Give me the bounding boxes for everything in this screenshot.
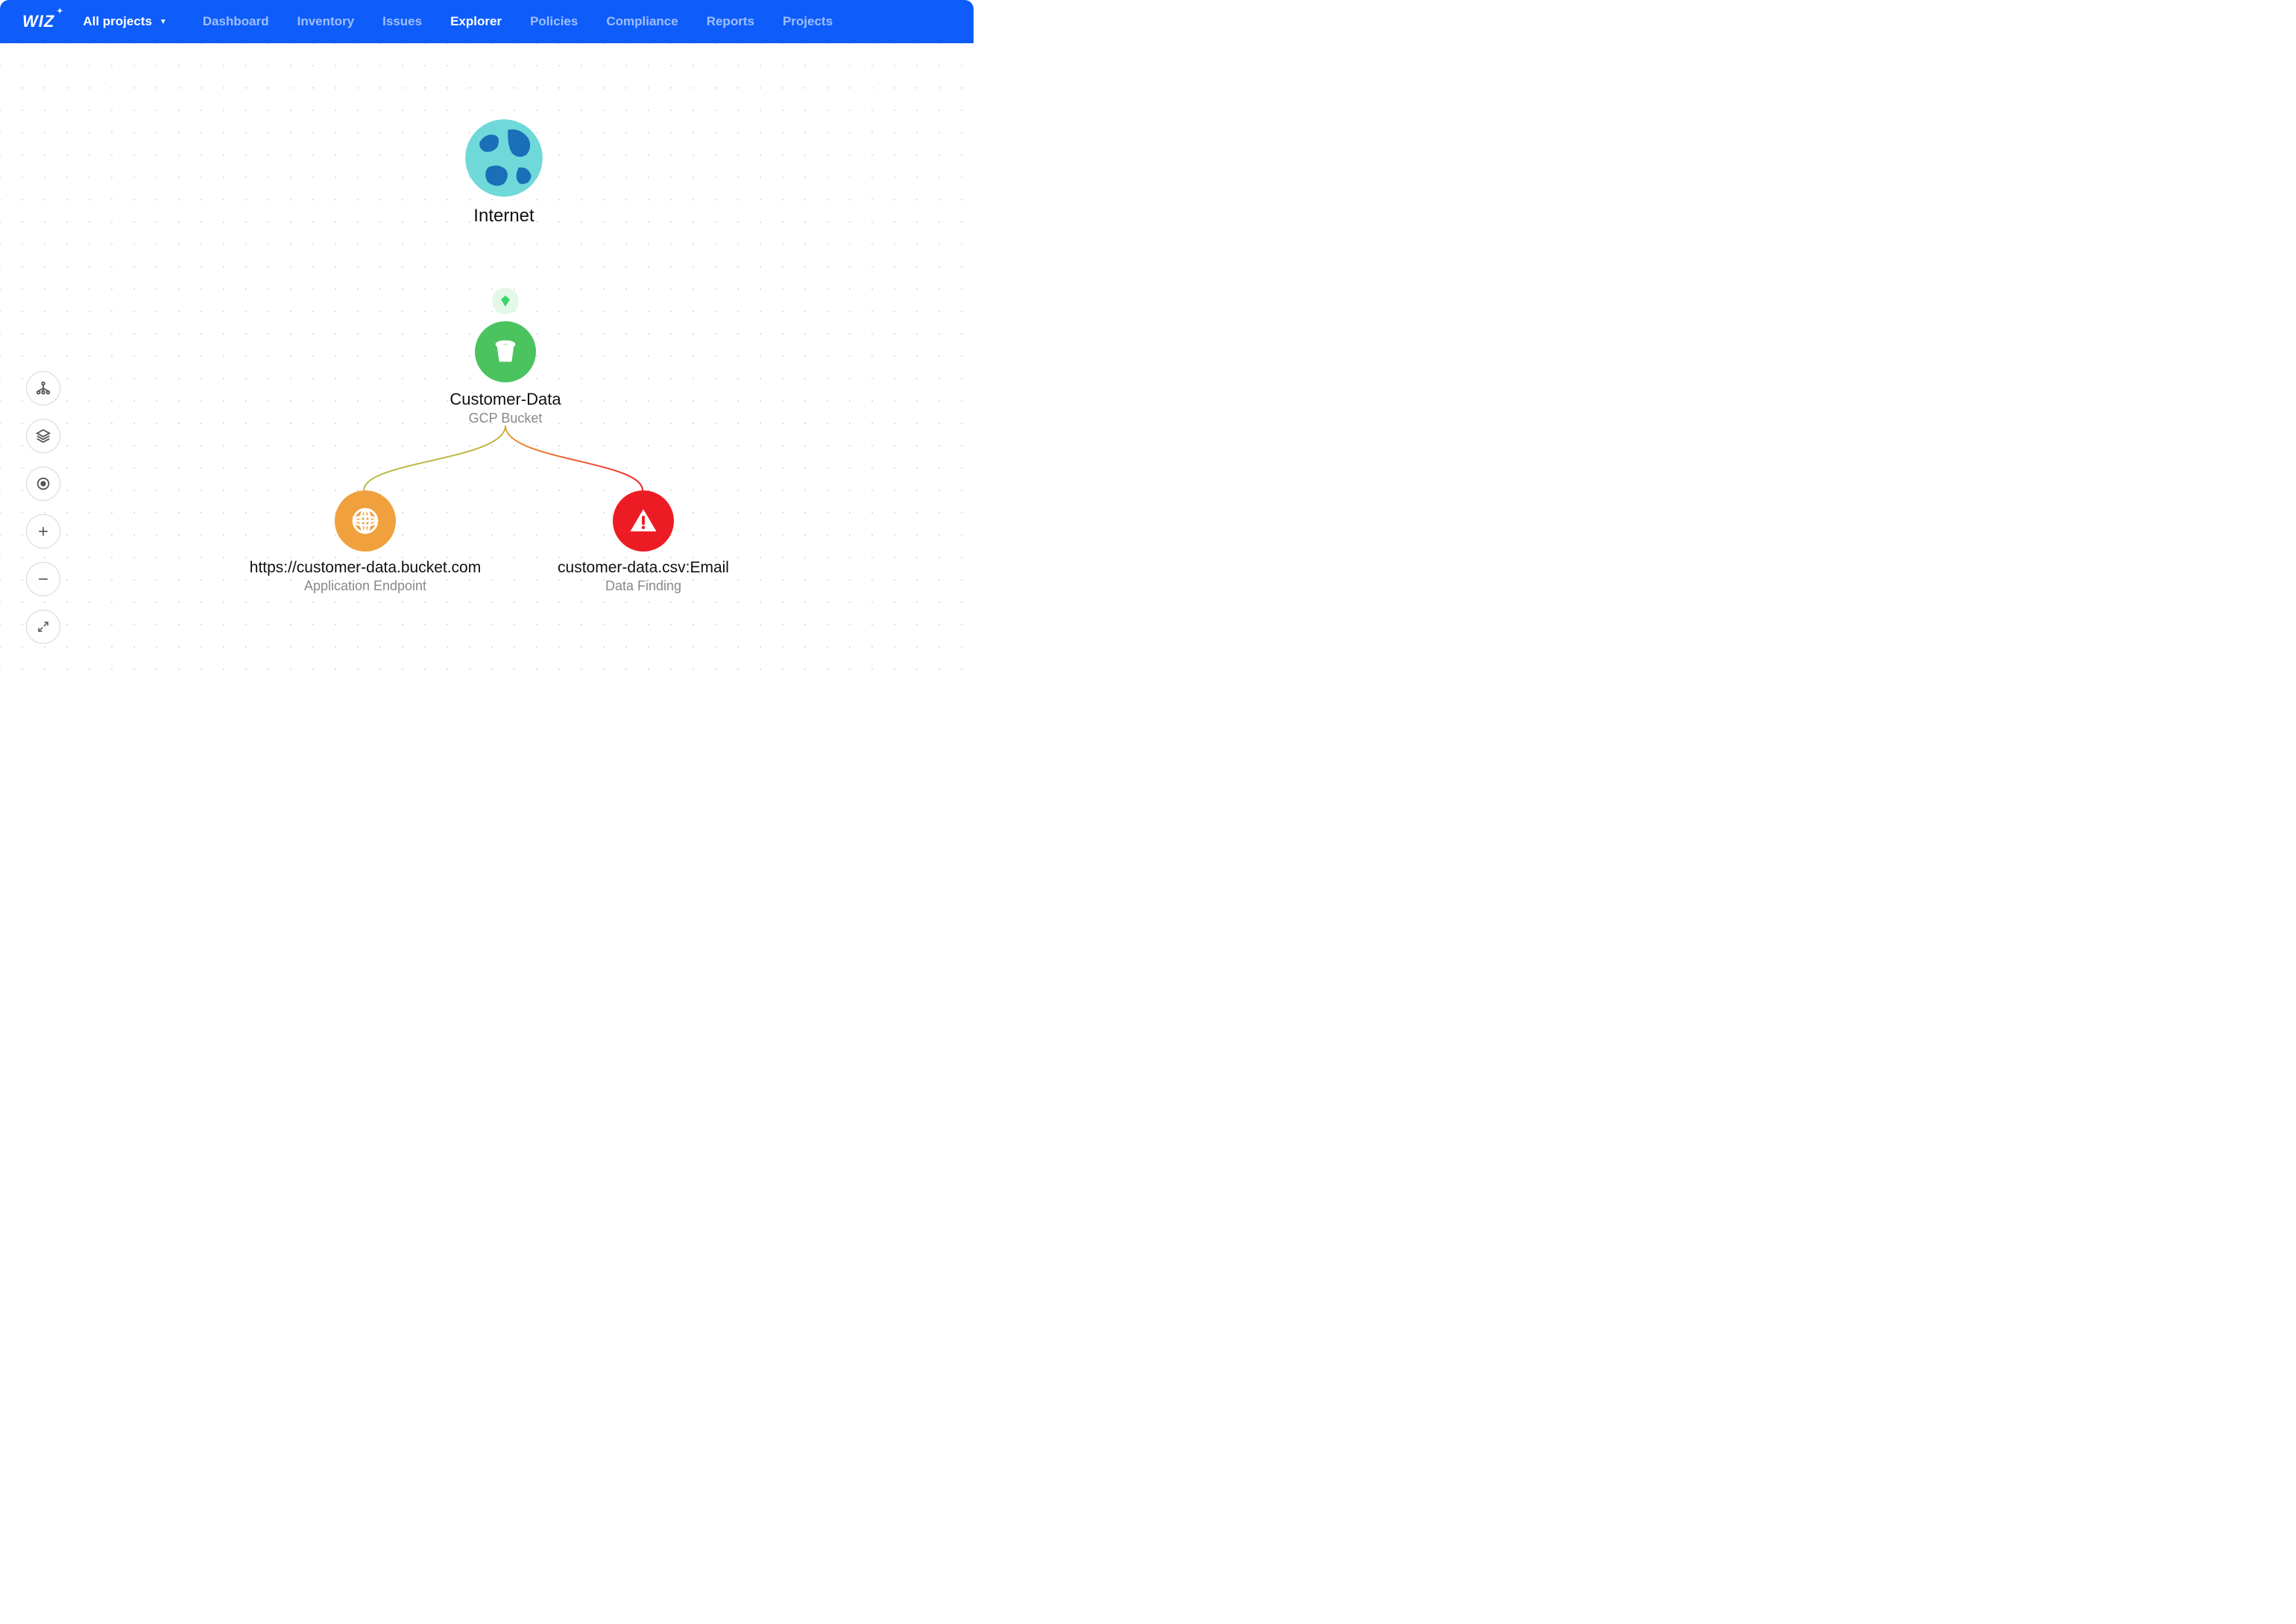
node-finding-title: customer-data.csv:Email xyxy=(558,559,729,577)
node-bucket-subtitle: GCP Bucket xyxy=(469,411,543,426)
globe-earth-icon xyxy=(464,118,544,198)
graph-layout-button[interactable] xyxy=(26,371,60,405)
node-endpoint-title: https://customer-data.bucket.com xyxy=(250,559,481,577)
expand-icon xyxy=(37,620,50,634)
nav-explorer[interactable]: Explorer xyxy=(450,14,502,29)
node-endpoint-subtitle: Application Endpoint xyxy=(304,578,426,594)
project-selector[interactable]: All projects ▼ xyxy=(83,14,167,29)
zoom-in-button[interactable] xyxy=(26,514,60,549)
brand-logo: WIZ xyxy=(22,12,54,31)
focus-button[interactable] xyxy=(26,467,60,501)
alert-triangle-icon xyxy=(613,490,674,552)
target-icon xyxy=(35,475,51,492)
edge-badge[interactable] xyxy=(492,288,519,315)
plus-icon xyxy=(36,524,51,539)
layers-button[interactable] xyxy=(26,419,60,453)
layers-icon xyxy=(35,428,51,444)
bucket-icon xyxy=(475,321,536,382)
nav-compliance[interactable]: Compliance xyxy=(606,14,678,29)
node-finding[interactable]: customer-data.csv:Email Data Finding xyxy=(537,490,750,594)
nav-inventory[interactable]: Inventory xyxy=(297,14,355,29)
top-navbar: WIZ All projects ▼ Dashboard Inventory I… xyxy=(0,0,974,43)
graph-icon xyxy=(35,380,51,396)
project-selector-label: All projects xyxy=(83,14,152,29)
node-bucket-title: Customer-Data xyxy=(450,390,561,409)
globe-grid-icon xyxy=(335,490,396,552)
nav-issues[interactable]: Issues xyxy=(382,14,422,29)
chevron-down-icon: ▼ xyxy=(160,18,167,26)
node-finding-subtitle: Data Finding xyxy=(605,578,681,594)
node-internet[interactable]: Internet xyxy=(464,118,544,227)
nav-projects[interactable]: Projects xyxy=(783,14,833,29)
nav-dashboard[interactable]: Dashboard xyxy=(203,14,269,29)
canvas-toolbar xyxy=(26,371,60,644)
nav-links: Dashboard Inventory Issues Explorer Poli… xyxy=(203,14,833,29)
zoom-out-button[interactable] xyxy=(26,562,60,596)
minus-icon xyxy=(36,572,51,587)
graph-canvas[interactable]: Internet Customer-Data GCP Bucket xyxy=(0,43,974,689)
nav-reports[interactable]: Reports xyxy=(707,14,754,29)
node-endpoint[interactable]: https://customer-data.bucket.com Applica… xyxy=(231,490,499,594)
node-internet-title: Internet xyxy=(473,206,534,227)
nav-policies[interactable]: Policies xyxy=(530,14,578,29)
fullscreen-button[interactable] xyxy=(26,610,60,644)
node-bucket[interactable]: Customer-Data GCP Bucket xyxy=(447,321,564,426)
diamond-icon xyxy=(499,294,512,308)
